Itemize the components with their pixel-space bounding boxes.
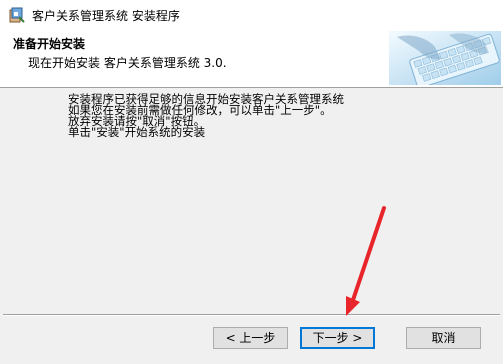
title-bar: 客户关系管理系统 安装程序 [0,0,503,30]
back-button[interactable]: < 上一步 [213,327,288,349]
window-title: 客户关系管理系统 安装程序 [32,8,180,23]
next-button[interactable]: 下一步 > [300,327,375,349]
page-title: 准备开始安装 [13,37,86,51]
info-line: 单击"安装"开始系统的安装 [68,125,206,139]
header-banner: 准备开始安装 现在开始安装 客户关系管理系统 3.0. [0,30,503,88]
cancel-button[interactable]: 取消 [406,327,481,349]
footer-separator [3,314,500,316]
page-subtitle: 现在开始安装 客户关系管理系统 3.0. [28,56,227,70]
installer-icon [8,6,26,24]
keyboard-typing-image [389,31,501,85]
install-info-text: 安装程序已获得足够的信息开始安装客户关系管理系统 如果您在安装前需做任何修改，可… [68,93,344,139]
installer-window: 客户关系管理系统 安装程序 准备开始安装 现在开始安装 客户关系管理系统 3.0… [0,0,503,364]
